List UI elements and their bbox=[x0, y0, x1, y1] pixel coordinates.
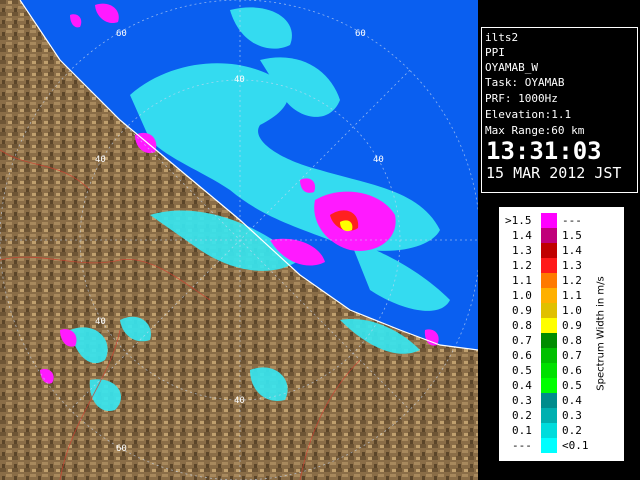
legend-lower-bound: 0.7 bbox=[512, 334, 532, 347]
legend-swatch bbox=[541, 303, 557, 318]
legend-swatch bbox=[541, 408, 557, 423]
legend-upper-bound: 0.6 bbox=[562, 364, 582, 377]
legend-lower-bound: 0.5 bbox=[512, 364, 532, 377]
legend-upper-bound: 0.5 bbox=[562, 379, 582, 392]
legend-upper-bound: 1.2 bbox=[562, 274, 582, 287]
legend-lower-bound: 1.2 bbox=[512, 259, 532, 272]
range-label: 40 bbox=[234, 396, 245, 406]
legend-upper-bound: 1.4 bbox=[562, 244, 582, 257]
legend-lower-bound: 0.8 bbox=[512, 319, 532, 332]
legend-lower-bound: 0.6 bbox=[512, 349, 532, 362]
legend-upper-bound: 0.4 bbox=[562, 394, 582, 407]
legend-swatch bbox=[541, 243, 557, 258]
range-label: 40 bbox=[373, 155, 384, 165]
legend-swatch bbox=[541, 393, 557, 408]
legend-upper-bound: 0.3 bbox=[562, 409, 582, 422]
prf-label: PRF: 1000Hz bbox=[485, 92, 558, 105]
legend-swatch bbox=[541, 273, 557, 288]
legend-upper-bound: 0.2 bbox=[562, 424, 582, 437]
legend-lower-bound: 1.1 bbox=[512, 274, 532, 287]
legend-lower-bound: 0.1 bbox=[512, 424, 532, 437]
legend-upper-bound: 1.3 bbox=[562, 259, 582, 272]
mode-label: PPI bbox=[485, 46, 505, 59]
legend-upper-bound: 0.9 bbox=[562, 319, 582, 332]
legend-lower-bound: 1.3 bbox=[512, 244, 532, 257]
info-panel: ilts2 PPI OYAMAB_W Task: OYAMAB PRF: 100… bbox=[481, 27, 638, 193]
legend-title: Spectrum Width in m/s bbox=[595, 276, 607, 391]
legend-lower-bound: --- bbox=[512, 439, 532, 452]
legend-upper-bound: 1.1 bbox=[562, 289, 582, 302]
legend-swatch bbox=[541, 423, 557, 438]
legend-lower-bound: 0.4 bbox=[512, 379, 532, 392]
legend-upper-bound: 0.8 bbox=[562, 334, 582, 347]
legend-swatch bbox=[541, 318, 557, 333]
range-label: 40 bbox=[234, 75, 245, 85]
legend-upper-bound: <0.1 bbox=[562, 439, 589, 452]
range-label: 60 bbox=[116, 29, 127, 39]
legend-swatch bbox=[541, 363, 557, 378]
legend-upper-bound: 1.0 bbox=[562, 304, 582, 317]
legend-swatch bbox=[541, 258, 557, 273]
radar-ppi-map: 60 60 40 40 40 40 40 60 bbox=[0, 0, 478, 480]
legend-lower-bound: 0.2 bbox=[512, 409, 532, 422]
legend-lower-bound: 0.9 bbox=[512, 304, 532, 317]
legend-swatch bbox=[541, 438, 557, 453]
legend-lower-bound: 0.3 bbox=[512, 394, 532, 407]
range-label: 40 bbox=[95, 317, 106, 327]
range-label: 60 bbox=[116, 444, 127, 454]
legend-swatch bbox=[541, 213, 557, 228]
product-label: OYAMAB_W bbox=[485, 61, 538, 74]
legend-upper-bound: 1.5 bbox=[562, 229, 582, 242]
legend-lower-bound: 1.4 bbox=[512, 229, 532, 242]
legend-unit: Spectrum Width in m/s bbox=[596, 228, 610, 438]
legend-lower-bound: >1.5 bbox=[505, 214, 532, 227]
legend-swatch bbox=[541, 378, 557, 393]
legend-upper-bound: --- bbox=[562, 214, 582, 227]
observation-time: 13:31:03 bbox=[486, 137, 602, 165]
legend-swatch bbox=[541, 288, 557, 303]
observation-date: 15 MAR 2012 JST bbox=[486, 164, 622, 182]
legend-swatch bbox=[541, 348, 557, 363]
legend-swatch bbox=[541, 333, 557, 348]
range-label: 40 bbox=[95, 155, 106, 165]
legend-swatch bbox=[541, 228, 557, 243]
range-label: 60 bbox=[355, 29, 366, 39]
color-legend: >1.5 --- 1.4 1.5 1.3 1.4 1.2 1.3 1.1 1.2 1.0 1.1 0.9… bbox=[499, 207, 624, 461]
host-label: ilts2 bbox=[485, 31, 519, 44]
task-label: Task: OYAMAB bbox=[485, 76, 565, 89]
max-range-label: Max Range:60 km bbox=[485, 124, 585, 137]
elevation-label: Elevation:1.1 bbox=[485, 108, 572, 121]
legend-upper-bound: 0.7 bbox=[562, 349, 582, 362]
legend-lower-bound: 1.0 bbox=[512, 289, 532, 302]
